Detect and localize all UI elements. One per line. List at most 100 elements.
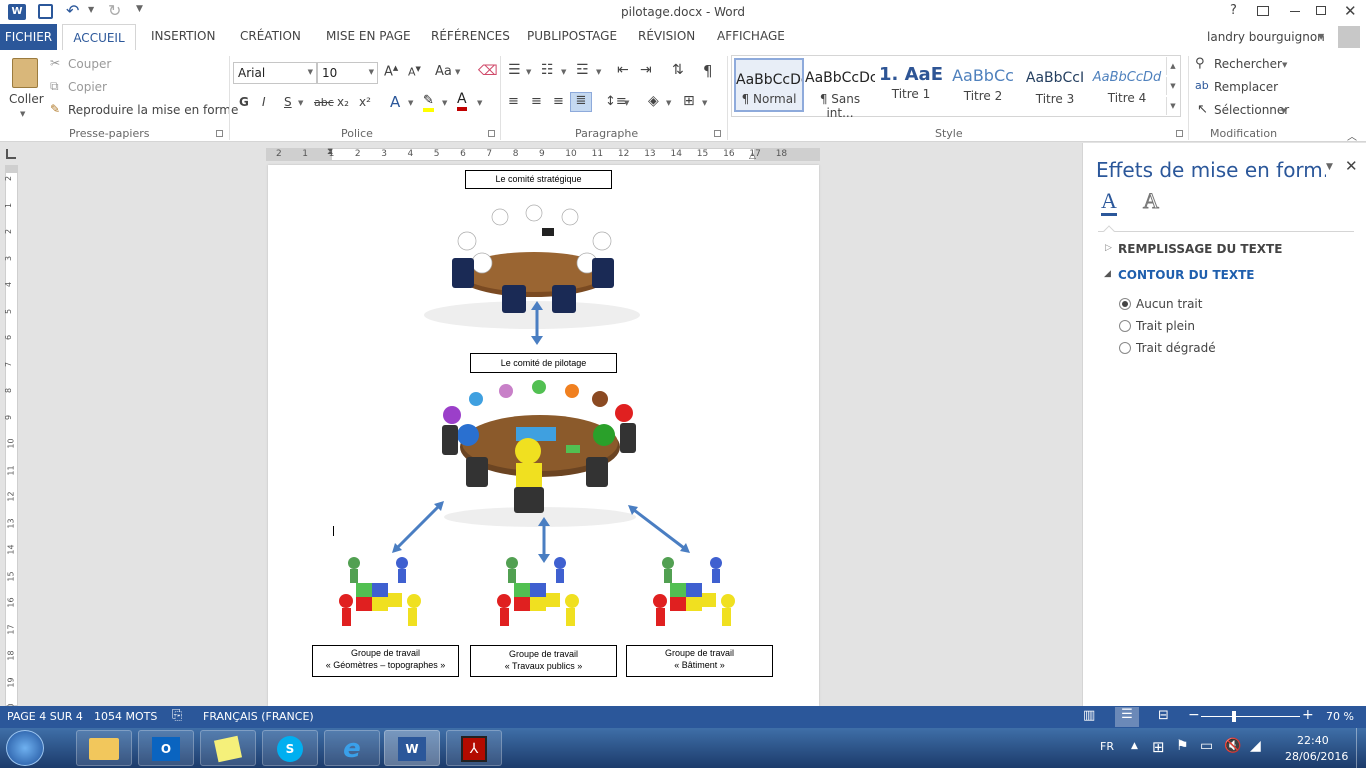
sticky-notes-taskbar-icon[interactable] (200, 730, 256, 766)
justify-icon[interactable]: ≣ (570, 92, 592, 112)
clock-date[interactable]: 28/06/2016 (1285, 750, 1348, 763)
bullets-dropdown-icon[interactable]: ▼ (526, 68, 531, 76)
tab-references[interactable]: RÉFÉRENCES (431, 29, 510, 43)
group-box-batiment[interactable]: Groupe de travail « Bâtiment » (626, 645, 773, 677)
font-color-dropdown-icon[interactable]: ▼ (477, 99, 482, 107)
paragraph-launcher-icon[interactable] (714, 130, 721, 137)
styles-scroll-down-icon[interactable]: ▼ (1166, 77, 1179, 95)
numbering-icon[interactable]: ☷ (541, 62, 554, 78)
style-titre-2[interactable]: AaBbCc Titre 2 (948, 58, 1018, 112)
outlook-taskbar-icon[interactable]: O (138, 730, 194, 766)
print-layout-icon[interactable]: ☰ (1115, 707, 1139, 727)
font-family-select[interactable]: Arial ▼ (233, 62, 317, 84)
find-button[interactable]: Rechercher (1214, 57, 1282, 71)
avatar[interactable] (1338, 26, 1360, 48)
align-left-icon[interactable]: ≡ (508, 94, 519, 109)
proofing-icon[interactable]: ⎘ (172, 708, 182, 723)
power-icon[interactable]: ▭ (1200, 738, 1213, 754)
copy-button[interactable]: Copier (68, 80, 107, 94)
redo-icon[interactable]: ↻ (108, 1, 121, 20)
group-2-illustration[interactable] (494, 553, 582, 635)
close-button[interactable]: ✕ (1344, 2, 1357, 20)
strikethrough-button[interactable]: abc (314, 96, 334, 109)
zoom-out-icon[interactable]: − (1188, 707, 1200, 723)
restore-button[interactable] (1316, 6, 1326, 15)
zoom-level[interactable]: 70 % (1326, 710, 1354, 723)
word-icon[interactable]: W (8, 4, 26, 20)
word-count[interactable]: 1054 MOTS (94, 710, 157, 723)
styles-more-icon[interactable]: ▼ (1166, 97, 1179, 115)
user-dropdown-icon[interactable]: ▼ (1318, 32, 1324, 41)
save-icon[interactable] (38, 4, 53, 19)
network-icon[interactable]: ◢ (1250, 738, 1261, 754)
align-center-icon[interactable]: ≡ (531, 94, 542, 109)
group-1-illustration[interactable] (336, 553, 424, 635)
pane-options-icon[interactable]: ▼ (1326, 162, 1333, 172)
text-effects-icon[interactable]: A (1143, 188, 1160, 213)
bold-button[interactable]: G (239, 95, 249, 109)
help-button[interactable]: ? (1230, 3, 1237, 18)
chevron-down-icon[interactable]: ▼ (308, 68, 313, 76)
undo-dropdown-icon[interactable]: ▼ (88, 5, 94, 14)
find-dropdown-icon[interactable]: ▼ (1282, 61, 1287, 69)
radio-gradient-line[interactable] (1119, 342, 1131, 354)
acrobat-taskbar-icon[interactable]: ⅄ (446, 730, 502, 766)
text-effects-dropdown-icon[interactable]: ▼ (408, 99, 413, 107)
tab-fichier[interactable]: FICHIER (0, 24, 57, 50)
shrink-font-icon[interactable]: A▼ (408, 65, 421, 79)
font-launcher-icon[interactable] (488, 130, 495, 137)
select-icon[interactable]: ↖ (1197, 102, 1208, 117)
font-size-select[interactable]: 10 ▼ (317, 62, 378, 84)
zoom-in-icon[interactable]: + (1302, 707, 1314, 723)
underline-button[interactable]: S (284, 95, 292, 109)
scissors-icon[interactable]: ✂ (50, 56, 60, 70)
sort-icon[interactable]: ⇅ (672, 62, 684, 78)
change-case-button[interactable]: Aa (435, 64, 452, 79)
input-language[interactable]: FR (1100, 740, 1114, 753)
tab-revision[interactable]: RÉVISION (638, 29, 695, 43)
paste-button[interactable]: Coller (9, 92, 44, 106)
user-name[interactable]: landry bourguignon (1207, 30, 1325, 44)
tab-publipostage[interactable]: PUBLIPOSTAGE (527, 29, 617, 43)
clear-formatting-icon[interactable]: ⌫ (478, 63, 498, 79)
grow-font-icon[interactable]: A▲ (384, 64, 398, 79)
subscript-button[interactable]: x₂ (337, 95, 349, 109)
option-solid-line-label[interactable]: Trait plein (1136, 319, 1195, 333)
shading-dropdown-icon[interactable]: ▼ (666, 99, 671, 107)
start-button-icon[interactable] (6, 730, 44, 766)
minimize-button[interactable] (1290, 11, 1300, 12)
windows-flag-icon[interactable]: ⊞ (1152, 738, 1165, 756)
italic-button[interactable]: I (262, 95, 266, 109)
decrease-indent-icon[interactable]: ⇤ (617, 62, 629, 78)
document-page[interactable]: Le comité stratégique Le comité de pilot… (268, 165, 819, 706)
font-color-icon[interactable]: A (457, 92, 467, 111)
copy-icon[interactable]: ⧉ (50, 79, 59, 94)
shading-icon[interactable]: ◈ (648, 93, 659, 109)
section-text-fill[interactable]: REMPLISSAGE DU TEXTE (1118, 242, 1282, 256)
select-button[interactable]: Sélectionner (1214, 103, 1289, 117)
section-text-outline[interactable]: CONTOUR DU TEXTE (1118, 268, 1255, 282)
close-pane-icon[interactable]: ✕ (1345, 157, 1358, 175)
highlight-icon[interactable]: ✎ (423, 94, 434, 112)
customize-qat-icon[interactable]: ▼ (136, 4, 143, 14)
underline-dropdown-icon[interactable]: ▼ (298, 99, 303, 107)
pilot-meeting-illustration[interactable] (436, 377, 644, 527)
numbering-dropdown-icon[interactable]: ▼ (561, 68, 566, 76)
tab-creation[interactable]: CRÉATION (240, 29, 301, 43)
read-mode-icon[interactable]: ▥ (1083, 708, 1095, 723)
explorer-taskbar-icon[interactable] (76, 730, 132, 766)
chevron-down-icon[interactable]: ▼ (369, 68, 374, 76)
style-sans-interligne[interactable]: AaBbCcDc ¶ Sans int... (805, 58, 875, 120)
web-layout-icon[interactable]: ⊟ (1158, 708, 1169, 723)
tab-affichage[interactable]: AFFICHAGE (717, 29, 785, 43)
option-no-line-label[interactable]: Aucun trait (1136, 297, 1202, 311)
collapse-outline-icon[interactable]: ◢ (1104, 269, 1111, 279)
option-gradient-line-label[interactable]: Trait dégradé (1136, 341, 1216, 355)
change-case-dropdown-icon[interactable]: ▼ (455, 68, 460, 76)
clock-time[interactable]: 22:40 (1297, 734, 1329, 747)
strategic-committee-label[interactable]: Le comité stratégique (465, 170, 612, 189)
style-titre-1[interactable]: 1. AaE Titre 1 (876, 58, 946, 112)
borders-icon[interactable]: ⊞ (683, 93, 695, 109)
group-3-illustration[interactable] (650, 553, 738, 635)
bullets-icon[interactable]: ☰ (508, 62, 521, 78)
